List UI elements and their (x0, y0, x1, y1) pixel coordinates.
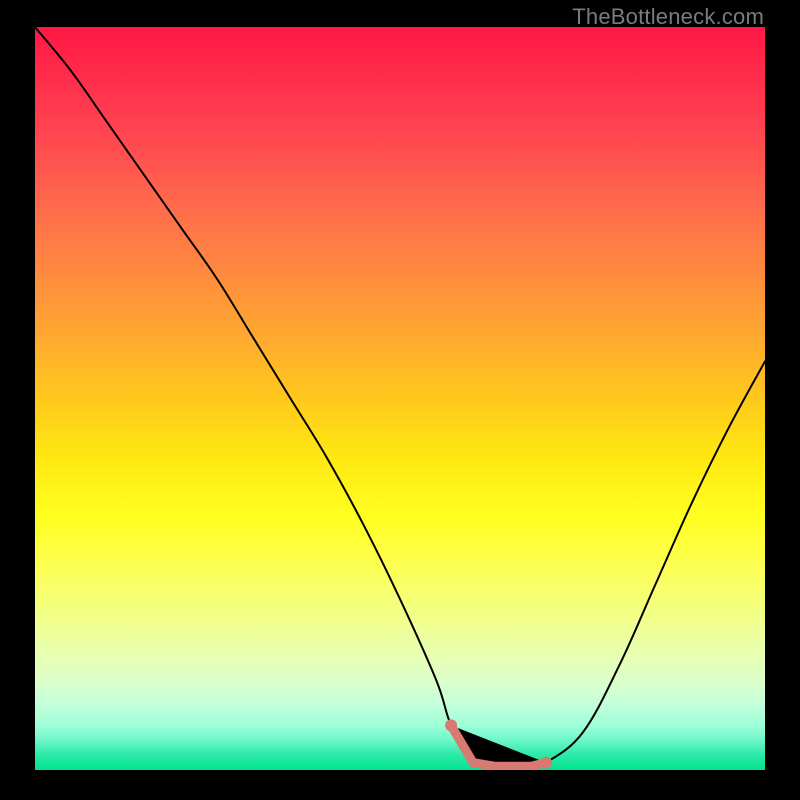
curve-svg (35, 27, 765, 770)
highlight-marker (445, 719, 552, 768)
highlight-start-dot (445, 719, 457, 731)
chart-frame: TheBottleneck.com (0, 0, 800, 800)
plot-area (35, 27, 765, 770)
highlight-segment (451, 725, 546, 766)
highlight-end-dot (540, 757, 552, 769)
bottleneck-curve (35, 27, 765, 767)
